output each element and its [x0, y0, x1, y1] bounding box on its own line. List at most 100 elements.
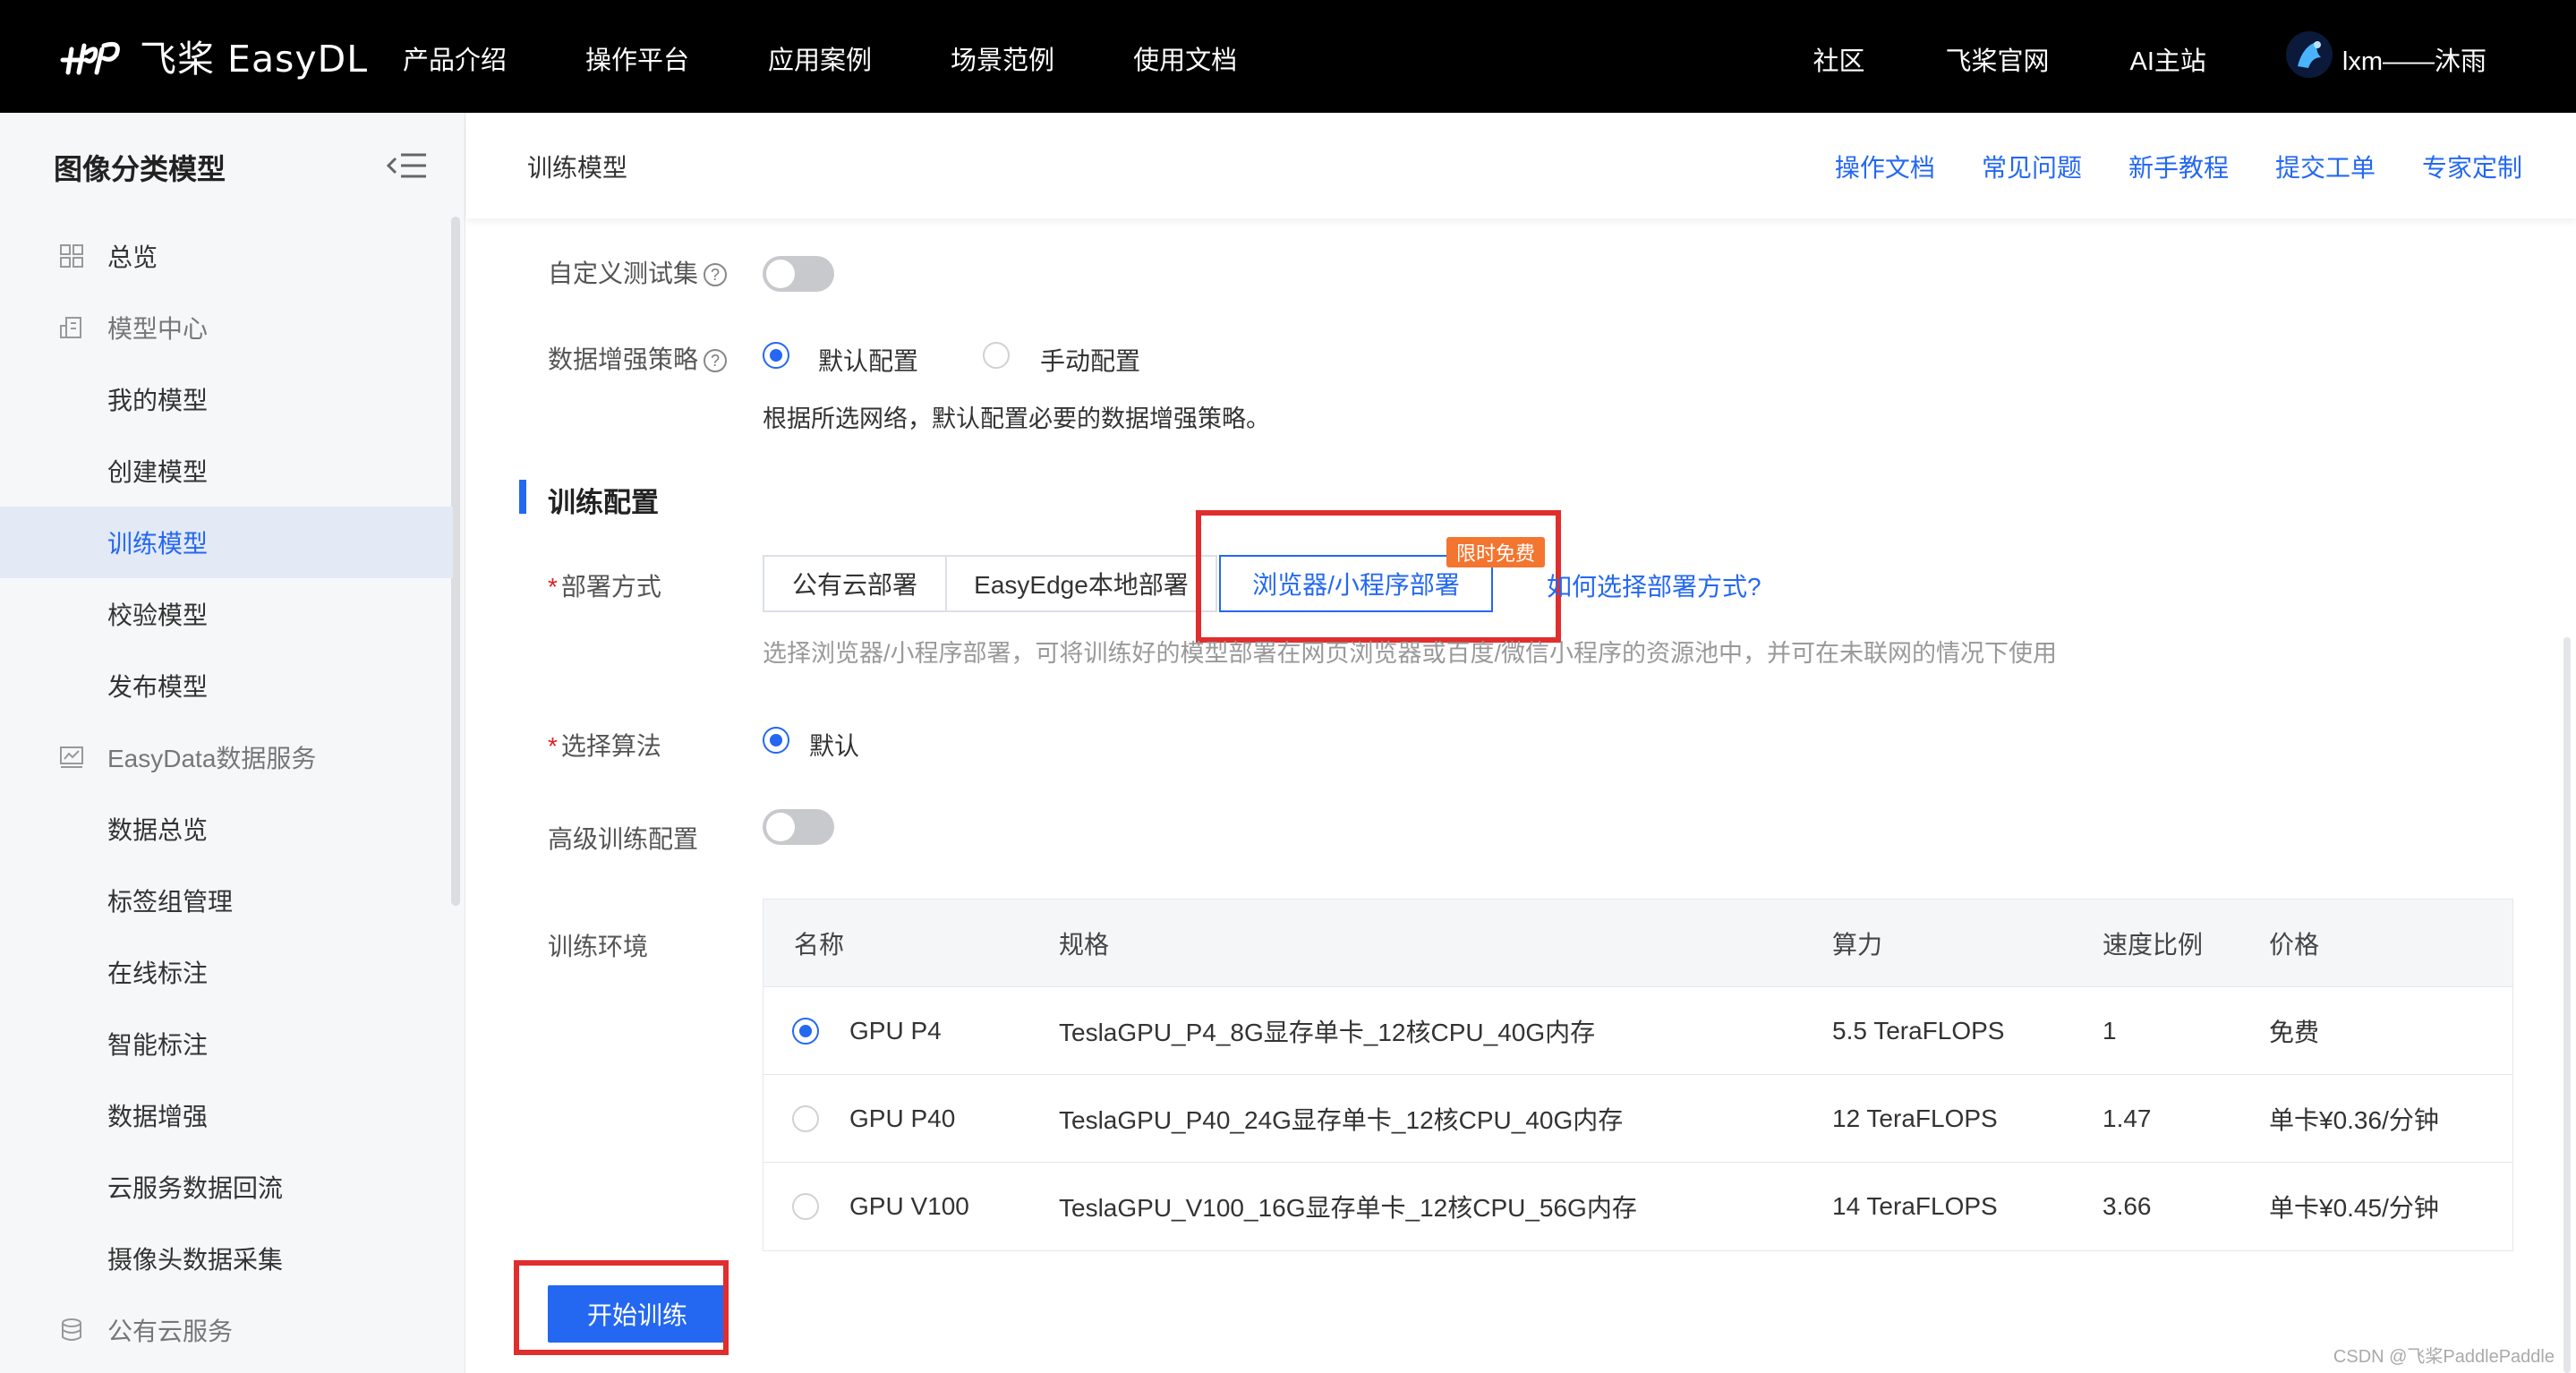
table-row[interactable]: GPU P40 TeslaGPU_P40_24G显存单卡_12核CPU_40G内…: [763, 1075, 2512, 1163]
nav-link-ai-site[interactable]: AI主站: [2129, 40, 2205, 78]
deploy-option-easyedge[interactable]: EasyEdge本地部署: [945, 555, 1217, 612]
section-title: 训练配置: [548, 487, 659, 518]
algo-default-radio[interactable]: [763, 727, 789, 754]
nav-link-community[interactable]: 社区: [1813, 40, 1864, 78]
env-radio-p40[interactable]: [792, 1105, 819, 1132]
sidebar-group-easydata[interactable]: EasyData数据服务: [0, 721, 453, 793]
sidebar-item-camera-collect[interactable]: 摄像头数据采集: [0, 1223, 453, 1294]
nav-link-paddle-site[interactable]: 飞桨官网: [1945, 40, 2049, 78]
breadcrumb: 训练模型: [527, 154, 628, 182]
sidebar-item-data-overview[interactable]: 数据总览: [0, 793, 453, 865]
env-spec: TeslaGPU_V100_16G显存单卡_12核CPU_56G内存: [1059, 1194, 1637, 1222]
env-spec: TeslaGPU_P4_8G显存单卡_12核CPU_40G内存: [1059, 1019, 1596, 1046]
custom-testset-label: 自定义测试集?: [548, 254, 728, 290]
env-spec: TeslaGPU_P40_24G显存单卡_12核CPU_40G内存: [1059, 1106, 1624, 1134]
advanced-toggle[interactable]: [763, 809, 834, 845]
deploy-label-text: 部署方式: [560, 573, 661, 601]
sidebar-item-publish-model[interactable]: 发布模型: [0, 650, 453, 721]
sidebar-item-label: 摄像头数据采集: [107, 1246, 284, 1274]
building-icon: [60, 317, 81, 338]
algo-label-text: 选择算法: [560, 732, 661, 760]
deploy-help-link[interactable]: 如何选择部署方式?: [1547, 567, 1761, 603]
deploy-option-public-cloud[interactable]: 公有云部署: [763, 555, 947, 612]
sidebar-item-validate-model[interactable]: 校验模型: [0, 578, 453, 650]
env-radio-p4[interactable]: [792, 1018, 819, 1045]
algo-default-label[interactable]: 默认: [809, 727, 859, 763]
paddle-logo-icon: [60, 41, 120, 75]
logo[interactable]: 飞桨 EasyDL: [59, 30, 368, 81]
help-question-icon[interactable]: ?: [704, 349, 728, 372]
sidebar-item-label: EasyData数据服务: [107, 745, 317, 772]
sidebar-title: 图像分类模型: [54, 153, 226, 185]
sidebar-item-label: 发布模型: [107, 673, 209, 701]
augment-manual-radio[interactable]: [983, 342, 1010, 369]
sidebar-group-public-cloud[interactable]: 公有云服务: [0, 1294, 453, 1366]
main-nav: 产品介绍 操作平台 应用案例 场景范例 使用文档: [403, 39, 1316, 77]
deploy-label: * 部署方式: [548, 573, 661, 601]
col-price: 价格: [2269, 931, 2320, 959]
link-tutorial[interactable]: 新手教程: [2128, 149, 2229, 184]
sidebar-item-overview[interactable]: 总览: [0, 220, 453, 292]
env-name: GPU V100: [849, 1192, 969, 1220]
custom-testset-toggle[interactable]: [763, 256, 834, 292]
augment-default-radio[interactable]: [763, 342, 789, 369]
sidebar-item-label: 云服务数据回流: [107, 1174, 284, 1202]
avatar[interactable]: [2285, 30, 2333, 79]
env-name: GPU P40: [849, 1104, 956, 1132]
table-row[interactable]: GPU P4 TeslaGPU_P4_8G显存单卡_12核CPU_40G内存 5…: [763, 987, 2512, 1075]
nav-item-scenarios[interactable]: 场景范例: [951, 39, 1054, 77]
env-ratio: 3.66: [2103, 1192, 2152, 1220]
section-marker: [519, 480, 526, 514]
link-expert-custom[interactable]: 专家定制: [2422, 149, 2522, 184]
sidebar-item-label: 数据总览: [107, 816, 209, 844]
augment-label-text: 数据增强策略: [548, 345, 699, 373]
sidebar-item-online-annotation[interactable]: 在线标注: [0, 936, 453, 1008]
sidebar-item-label: 在线标注: [107, 959, 209, 987]
grid-icon: [60, 244, 83, 268]
env-price: 免费: [2269, 1019, 2320, 1046]
nav-item-docs[interactable]: 使用文档: [1133, 39, 1237, 77]
env-name: GPU P4: [849, 1017, 942, 1045]
col-power: 算力: [1832, 931, 1883, 959]
augment-label: 数据增强策略?: [548, 340, 728, 376]
logo-text: 飞桨 EasyDL: [140, 38, 369, 81]
highlight-box-deploy: [1196, 510, 1561, 643]
sidebar: 图像分类模型 总览 模型中心 我的模型 创建模型 训练模型 校验模型 发布模型 …: [0, 113, 465, 1373]
env-ratio: 1: [2103, 1017, 2117, 1045]
sidebar-item-my-models[interactable]: 我的模型: [0, 363, 453, 435]
env-power: 12 TeraFLOPS: [1832, 1104, 1998, 1132]
sidebar-item-label: 训练模型: [107, 530, 209, 558]
sidebar-group-model-center[interactable]: 模型中心: [0, 292, 453, 363]
augment-default-label[interactable]: 默认配置: [818, 342, 918, 378]
collapse-sidebar-icon[interactable]: [385, 150, 430, 181]
username[interactable]: lxm——沐雨: [2342, 40, 2486, 78]
env-table: 名称 规格 算力 速度比例 价格 GPU P4 TeslaGPU_P4_8G显存…: [763, 899, 2513, 1251]
sidebar-item-train-model[interactable]: 训练模型: [0, 507, 453, 578]
link-submit-ticket[interactable]: 提交工单: [2275, 149, 2376, 184]
top-right-links: 社区 飞桨官网 AI主站 lxm——沐雨: [1732, 31, 2486, 79]
env-power: 14 TeraFLOPS: [1832, 1192, 1998, 1220]
help-question-icon[interactable]: ?: [704, 263, 728, 286]
sidebar-item-create-model[interactable]: 创建模型: [0, 435, 453, 507]
chart-icon: [60, 746, 83, 768]
sidebar-item-label-groups[interactable]: 标签组管理: [0, 865, 453, 936]
env-radio-v100[interactable]: [792, 1193, 819, 1220]
nav-item-products[interactable]: 产品介绍: [403, 39, 507, 77]
nav-item-cases[interactable]: 应用案例: [768, 39, 872, 77]
augment-manual-label[interactable]: 手动配置: [1040, 342, 1140, 378]
sidebar-item-cloud-backflow[interactable]: 云服务数据回流: [0, 1151, 453, 1223]
table-row[interactable]: GPU V100 TeslaGPU_V100_16G显存单卡_12核CPU_56…: [763, 1163, 2512, 1250]
augment-hint: 根据所选网络，默认配置必要的数据增强策略。: [763, 405, 1270, 432]
env-power: 5.5 TeraFLOPS: [1832, 1017, 2005, 1045]
top-navbar: 飞桨 EasyDL 产品介绍 操作平台 应用案例 场景范例 使用文档 社区 飞桨…: [0, 0, 2576, 113]
link-faq[interactable]: 常见问题: [1982, 149, 2082, 184]
env-label: 训练环境: [548, 933, 649, 960]
database-icon: [62, 1318, 81, 1341]
sidebar-item-label: 数据增强: [107, 1103, 209, 1130]
nav-item-platform[interactable]: 操作平台: [585, 39, 689, 77]
link-docs[interactable]: 操作文档: [1835, 149, 1935, 184]
main-scrollbar[interactable]: [2563, 637, 2571, 1373]
sidebar-item-smart-annotation[interactable]: 智能标注: [0, 1008, 453, 1079]
table-header: 名称 规格 算力 速度比例 价格: [763, 900, 2512, 987]
sidebar-item-data-augment[interactable]: 数据增强: [0, 1079, 453, 1151]
